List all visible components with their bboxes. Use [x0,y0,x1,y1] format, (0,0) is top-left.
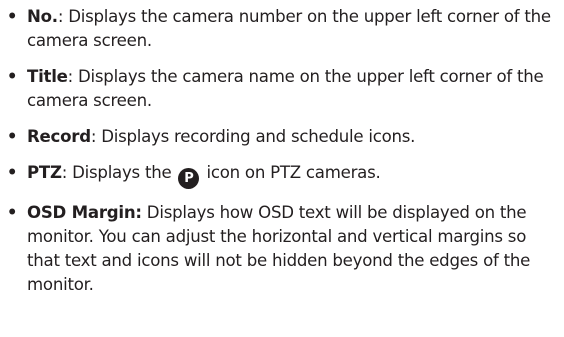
term-no: No. [27,7,58,26]
term-title: Title [27,67,68,86]
bullet: • [6,163,18,182]
bullet: • [6,127,18,146]
description-ptz-before: Displays the [67,163,177,182]
osd-options-list: • No.: Displays the camera number on the … [6,5,562,297]
bullet: • [6,203,18,222]
manual-page: • No.: Displays the camera number on the … [0,0,564,337]
bullet: • [6,7,18,26]
list-item-ptz: • PTZ: Displays the P icon on PTZ cameras… [6,161,562,189]
list-item-record: • Record: Displays recording and schedule… [6,125,562,149]
bullet: • [6,67,18,86]
term-record: Record [27,127,91,146]
list-item-no: • No.: Displays the camera number on the … [6,5,562,53]
description-no: Displays the camera number on the upper … [27,7,551,50]
term-ptz: PTZ [27,163,62,182]
list-item-osd-margin: • OSD Margin: Displays how OSD text will … [6,201,562,297]
description-record: Displays recording and schedule icons. [96,127,416,146]
ptz-icon: P [178,168,200,189]
description-title: Displays the camera name on the upper le… [27,67,544,110]
description-ptz-after: icon on PTZ cameras. [201,163,381,182]
list-item-title: • Title: Displays the camera name on the … [6,65,562,113]
term-osd-margin: OSD Margin: [27,203,142,222]
